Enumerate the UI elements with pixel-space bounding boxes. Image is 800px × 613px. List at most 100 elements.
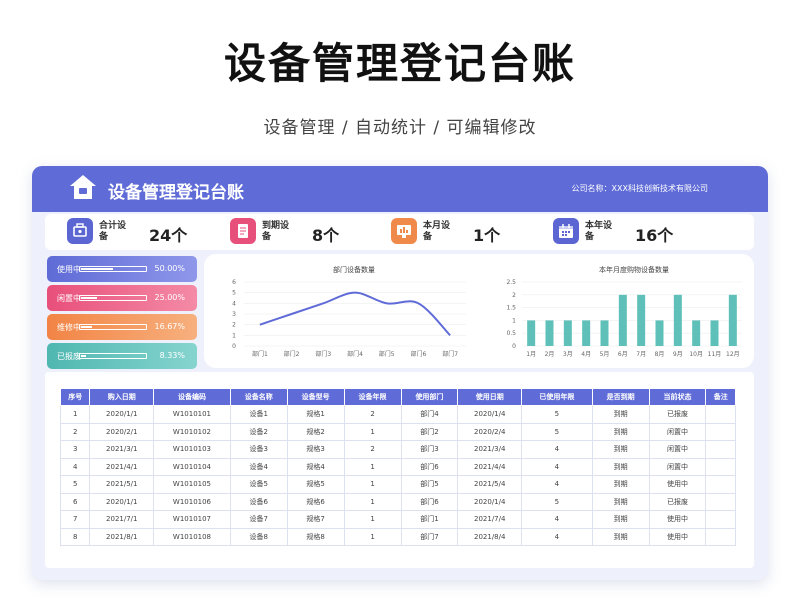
charts-card: 部门设备数量 0 1 2 3 4 5 6 部门1 部门2 部门3 部门4 部门5 部门6 部门7 本年月度购物… — [204, 254, 754, 368]
table-cell: 2021/5/4 — [457, 475, 523, 494]
table-cell: 规格1 — [286, 405, 345, 424]
table-cell: 闲置中 — [648, 422, 707, 441]
x-tick-label: 11月 — [708, 351, 722, 358]
table-cell: 使用中 — [648, 510, 707, 529]
table-cell: 设备6 — [229, 492, 288, 511]
table-cell: 2021/5/1 — [89, 475, 155, 494]
table-cell: 2021/4/1 — [89, 457, 155, 476]
column-header: 当前状态 — [648, 388, 707, 406]
column-header: 购入日期 — [89, 388, 155, 406]
table-cell: 部门1 — [400, 510, 459, 529]
x-tick-label: 3月 — [563, 351, 573, 358]
stat-label: 合计设备 — [99, 221, 127, 242]
table-cell: 2020/1/4 — [457, 492, 523, 511]
page-title: 设备管理登记台账 — [223, 39, 576, 88]
y-tick-label: 2 — [232, 322, 236, 329]
x-tick-label: 6月 — [618, 351, 628, 358]
y-tick-label: 2 — [512, 292, 516, 299]
bar — [692, 320, 701, 346]
table-cell: 2021/8/4 — [457, 527, 523, 546]
table-cell: 部门4 — [400, 405, 459, 424]
x-tick-label: 部门5 — [379, 350, 395, 358]
column-header: 是否到期 — [591, 388, 650, 406]
bar — [527, 320, 536, 346]
table-cell: 2021/7/4 — [457, 510, 523, 529]
table-cell: 到期 — [591, 422, 650, 441]
table-cell: 到期 — [591, 475, 650, 494]
y-tick-label: 3 — [232, 311, 236, 318]
table-cell — [705, 510, 736, 529]
status-progress-bar — [79, 295, 147, 301]
table-cell: 闲置中 — [648, 457, 707, 476]
status-item: 已报废 8.33% — [47, 343, 197, 369]
table-cell: 规格2 — [286, 422, 345, 441]
monitor-icon — [391, 218, 417, 244]
table-cell: 2021/4/4 — [457, 457, 523, 476]
table-cell: 2 — [343, 440, 402, 459]
x-tick-label: 12月 — [726, 351, 740, 358]
table-row: 3 2021/3/1 W1010103 设备3 规格3 2 部门3 2021/3/4 4 到期 闲置… — [59, 440, 736, 459]
table-row: 8 2021/8/1 W1010108 设备8 规格8 1 部门7 2021/8/4 4 到期 使用… — [59, 527, 736, 546]
table-cell: 规格8 — [286, 527, 345, 546]
column-header: 序号 — [59, 388, 91, 406]
table-cell: 2 — [59, 422, 91, 441]
x-tick-label: 9月 — [673, 351, 683, 358]
x-tick-label: 部门2 — [284, 350, 300, 358]
table-cell: 规格6 — [286, 492, 345, 511]
y-tick-label: 1 — [232, 332, 236, 339]
bar — [655, 320, 664, 346]
table-cell: 5 — [521, 422, 593, 441]
table-cell: 1 — [343, 457, 402, 476]
table-row: 2 2020/2/1 W1010102 设备2 规格2 1 部门2 2020/2/4 5 到期 闲置… — [59, 422, 736, 441]
table-cell: 部门6 — [400, 457, 459, 476]
stat-label: 本年设备 — [585, 221, 613, 242]
table-cell: 2020/1/4 — [457, 405, 523, 424]
table-cell: 4 — [521, 440, 593, 459]
status-name: 闲置中 — [57, 294, 81, 303]
table-cell: 1 — [343, 422, 402, 441]
status-list: 使用中 50.00% 闲置中 25.00% 维修中 16.67% 已报废 8.3… — [47, 256, 197, 372]
x-tick-label: 部门4 — [347, 350, 363, 358]
table-cell: 部门5 — [400, 475, 459, 494]
table-cell: 5 — [521, 405, 593, 424]
table-cell: 2021/3/1 — [89, 440, 155, 459]
status-progress-bar — [79, 324, 147, 330]
table-cell: 2021/3/4 — [457, 440, 523, 459]
status-item: 维修中 16.67% — [47, 314, 197, 340]
column-header: 设备型号 — [286, 388, 345, 406]
table-cell: 4 — [521, 510, 593, 529]
x-tick-label: 部门7 — [442, 350, 458, 358]
bar — [618, 294, 627, 346]
stats-bar: 合计设备 24个 到期设备 8个 本月设备 1个 本年设备 16个 — [45, 214, 754, 250]
y-tick-label: 1 — [512, 317, 516, 324]
table-cell: 部门3 — [400, 440, 459, 459]
table-cell: 2020/2/1 — [89, 422, 155, 441]
table-cell: 部门2 — [400, 422, 459, 441]
status-percent: 8.33% — [159, 351, 185, 360]
table-cell: 1 — [343, 492, 402, 511]
status-progress-bar — [79, 353, 147, 359]
table-cell: 已报废 — [648, 405, 707, 424]
document-icon — [230, 218, 256, 244]
page-subtitle: 设备管理 / 自动统计 / 可编辑修改 — [263, 118, 537, 138]
charts-svg: 部门设备数量 0 1 2 3 4 5 6 部门1 部门2 部门3 部门4 部门5 部门6 部门7 本年月度购物… — [232, 265, 742, 358]
x-tick-label: 2月 — [545, 351, 555, 358]
table-cell: 8 — [59, 527, 91, 546]
table-cell — [705, 422, 736, 441]
table-cell: 4 — [521, 457, 593, 476]
column-header: 设备编码 — [153, 388, 231, 406]
table-cell: W1010107 — [153, 510, 231, 529]
column-header: 使用部门 — [400, 388, 459, 406]
table-header-row: 序号 购入日期 设备编码 设备名称 设备型号 设备年限 使用部门 使用日期 已使用年限 是否到期当… — [59, 388, 736, 406]
table-cell: 4 — [59, 457, 91, 476]
table-cell: 设备3 — [229, 440, 288, 459]
y-tick-label: 0 — [512, 343, 516, 350]
column-header: 使用日期 — [457, 388, 523, 406]
table-cell: 到期 — [591, 527, 650, 546]
table-cell: 设备2 — [229, 422, 288, 441]
table-cell: 2021/7/1 — [89, 510, 155, 529]
table-cell: 到期 — [591, 492, 650, 511]
table-cell: 规格3 — [286, 440, 345, 459]
table-cell: 规格4 — [286, 457, 345, 476]
x-tick-label: 5月 — [600, 351, 610, 358]
